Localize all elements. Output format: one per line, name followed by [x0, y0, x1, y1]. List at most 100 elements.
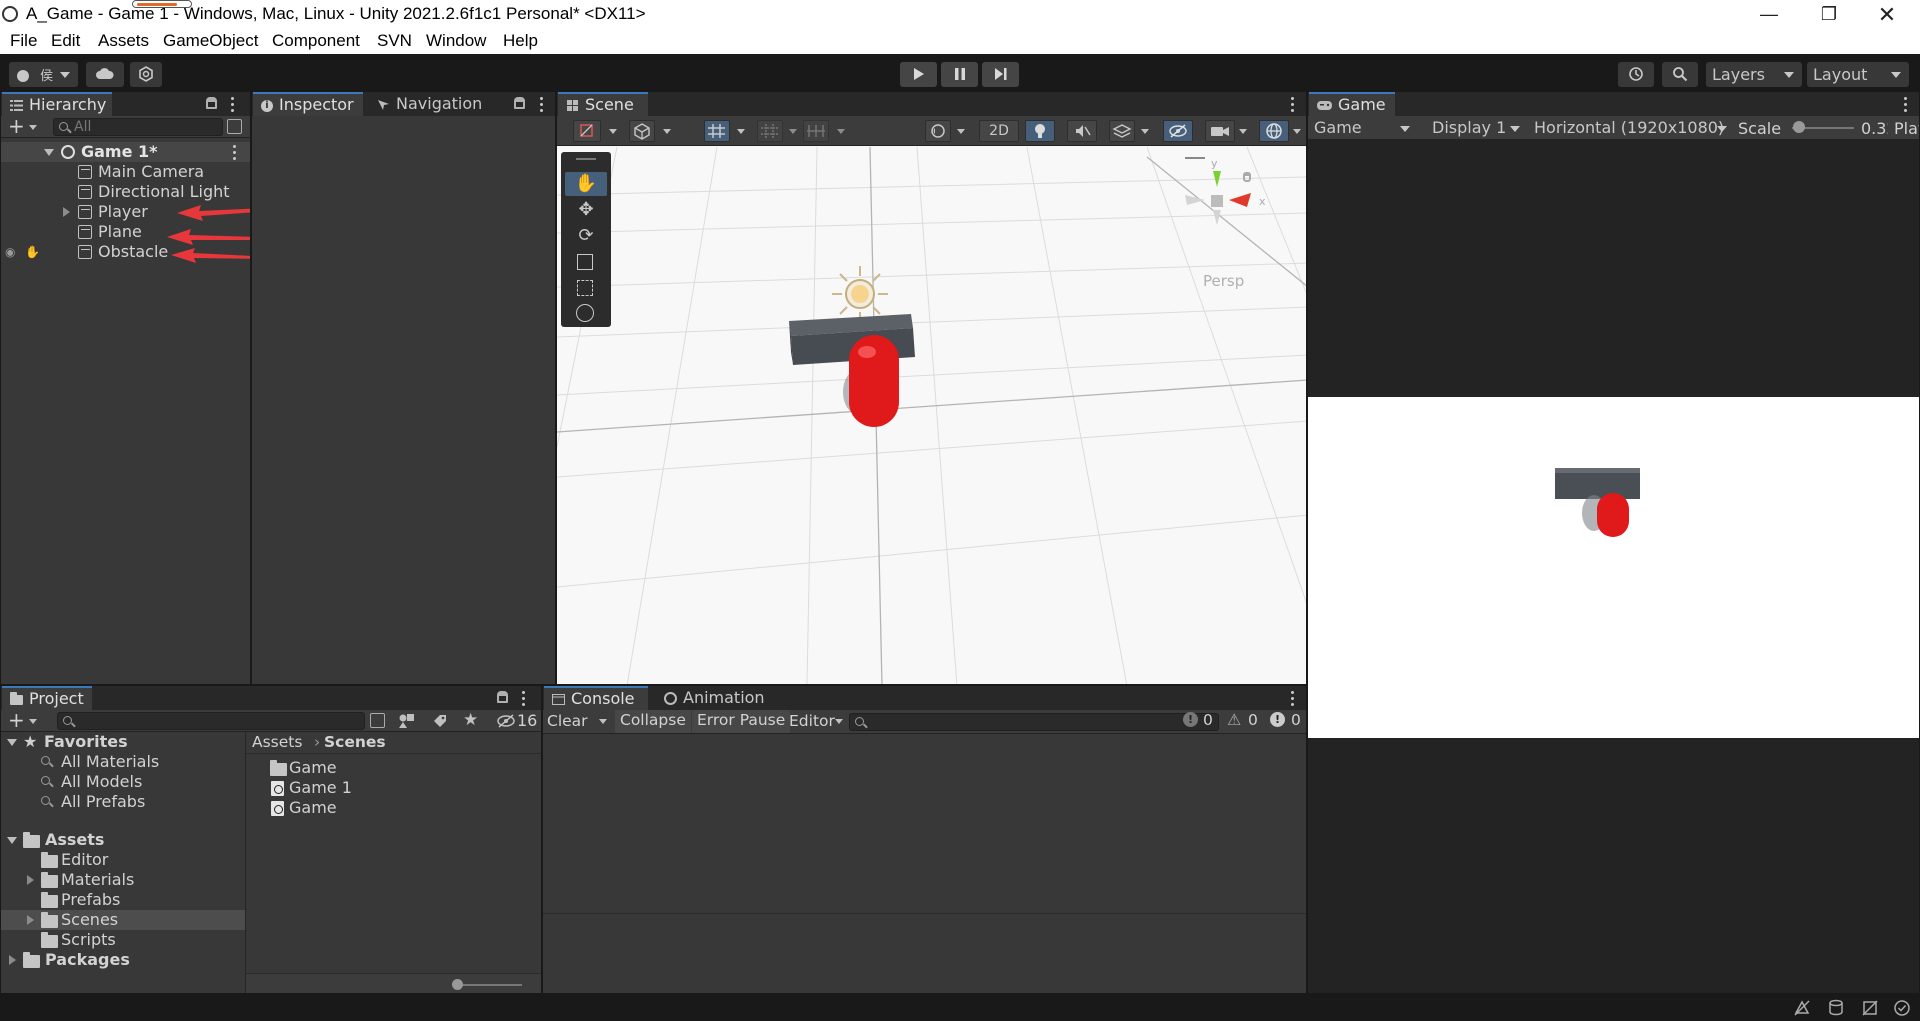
hand-tool-icon[interactable]: ✋ — [565, 172, 607, 196]
chevron-down-icon[interactable] — [1239, 129, 1247, 134]
lock-icon[interactable] — [514, 97, 525, 109]
more-icon[interactable] — [1289, 96, 1295, 112]
editor-target-dropdown[interactable]: Editor — [789, 712, 835, 730]
menu-window[interactable]: Window — [426, 31, 486, 51]
favorites-row[interactable]: ★ Favorites — [1, 732, 245, 752]
rect-tool-icon[interactable] — [577, 280, 593, 296]
draw-mode-button[interactable] — [573, 120, 601, 142]
file-item[interactable]: Game — [246, 758, 541, 778]
network-off-icon[interactable] — [1861, 999, 1879, 1017]
audio-button[interactable] — [1067, 120, 1097, 142]
scene-orientation-gizmo[interactable]: y x Persp — [1181, 157, 1291, 290]
tab-game[interactable]: Game — [1309, 92, 1395, 116]
menu-component[interactable]: Component — [272, 31, 360, 51]
menu-assets[interactable]: Assets — [98, 31, 149, 51]
folder-editor[interactable]: Editor — [1, 850, 245, 870]
chevron-down-icon[interactable] — [837, 129, 845, 134]
error-pause-toggle[interactable]: Error Pause — [692, 710, 791, 733]
cache-server-icon[interactable] — [1827, 999, 1845, 1017]
auto-generate-lighting-off-icon[interactable] — [1793, 999, 1811, 1017]
chevron-down-icon[interactable] — [663, 129, 671, 134]
undo-history-button[interactable] — [1618, 62, 1654, 87]
log-info-icon[interactable]: ! — [1183, 712, 1198, 727]
file-item[interactable]: Game 1 — [246, 778, 541, 798]
folder-scripts[interactable]: Scripts — [1, 930, 245, 950]
hidden-objects-button[interactable] — [1163, 120, 1193, 142]
game-viewport[interactable] — [1308, 397, 1919, 738]
drag-handle[interactable] — [576, 158, 596, 160]
tab-inspector[interactable]: i Inspector — [253, 92, 363, 116]
gizmo-handle[interactable] — [1185, 157, 1205, 159]
close-window-button[interactable]: ✕ — [1864, 0, 1910, 29]
chevron-down-icon[interactable] — [737, 129, 745, 134]
lock-icon[interactable] — [497, 691, 508, 703]
step-button[interactable] — [982, 62, 1019, 87]
chevron-down-icon[interactable] — [789, 129, 797, 134]
more-icon[interactable] — [1289, 690, 1295, 706]
more-icon[interactable] — [538, 96, 544, 112]
tab-project[interactable]: Project — [2, 686, 92, 710]
play-focused-dropdown[interactable]: Play — [1888, 119, 1919, 138]
tab-animation[interactable]: Animation — [656, 686, 774, 710]
file-item[interactable]: Game — [246, 798, 541, 818]
expand-arrow-icon[interactable] — [27, 875, 34, 885]
more-icon[interactable] — [1902, 96, 1908, 112]
expand-arrow-icon[interactable] — [9, 955, 16, 965]
check-circle-icon[interactable] — [1893, 999, 1911, 1017]
collapse-toggle[interactable]: Collapse — [615, 710, 691, 733]
game-view-dropdown[interactable]: Game — [1308, 116, 1418, 140]
display-dropdown[interactable]: Display 1 — [1426, 116, 1528, 140]
hidden-packages-icon[interactable] — [496, 714, 516, 728]
folder-materials[interactable]: Materials — [1, 870, 245, 890]
expand-arrow-icon[interactable] — [7, 739, 17, 746]
layout-dropdown[interactable]: Layout — [1807, 62, 1909, 87]
favorite-all-materials[interactable]: All Materials — [1, 752, 245, 772]
search-by-type-icon[interactable] — [370, 713, 385, 728]
search-button[interactable] — [1662, 62, 1698, 87]
icon-size-slider-thumb[interactable] — [452, 979, 463, 990]
pause-button[interactable] — [941, 62, 978, 87]
breadcrumb-scenes[interactable]: Scenes — [324, 733, 386, 751]
icon-size-slider-track[interactable] — [454, 984, 522, 986]
effects-button[interactable] — [1109, 120, 1135, 142]
collab-button[interactable] — [130, 62, 162, 87]
create-asset-button[interactable]: + — [8, 710, 37, 730]
favorite-star-icon[interactable]: ★ — [463, 710, 478, 730]
toggle-2d-button[interactable]: 2D — [979, 120, 1019, 142]
warning-icon[interactable]: ⚠ — [1227, 710, 1241, 729]
assets-folder-row[interactable]: Assets — [1, 830, 245, 850]
menu-edit[interactable]: Edit — [51, 31, 80, 51]
transform-tool-icon[interactable] — [576, 304, 594, 322]
lighting-button[interactable] — [1025, 120, 1055, 142]
projection-label[interactable]: Persp — [1203, 272, 1244, 290]
chevron-down-icon[interactable] — [1293, 129, 1301, 134]
shading-sphere-button[interactable] — [925, 120, 951, 142]
scene-viewport[interactable]: ✋ ✥ ⟳ y x Persp — [557, 147, 1306, 684]
menu-help[interactable]: Help — [503, 31, 538, 51]
clear-button[interactable]: Clear — [547, 712, 588, 730]
tab-console[interactable]: Console — [544, 686, 648, 710]
expand-arrow-icon[interactable] — [27, 915, 34, 925]
menu-svn[interactable]: SVN — [377, 31, 412, 51]
player-capsule[interactable] — [837, 332, 917, 432]
rotate-tool-icon[interactable]: ⟳ — [565, 224, 607, 248]
render-mode-button[interactable] — [629, 120, 655, 142]
favorite-all-models[interactable]: All Models — [1, 772, 245, 792]
gizmos-button[interactable] — [1259, 120, 1289, 142]
folder-prefabs[interactable]: Prefabs — [1, 890, 245, 910]
increment-snap-button[interactable] — [757, 120, 783, 142]
menu-file[interactable]: File — [10, 31, 37, 51]
scene-camera-button[interactable] — [1205, 120, 1235, 142]
clear-options-chevron-icon[interactable] — [599, 719, 607, 724]
packages-folder-row[interactable]: Packages — [1, 950, 245, 970]
chevron-down-icon[interactable] — [609, 129, 617, 134]
console-search-input[interactable] — [849, 713, 1219, 731]
project-search-input[interactable] — [57, 712, 365, 730]
breadcrumb-assets[interactable]: Assets — [252, 733, 302, 751]
cloud-button[interactable] — [86, 62, 124, 87]
console-log-list[interactable] — [543, 734, 1306, 912]
chevron-down-icon[interactable] — [957, 129, 965, 134]
error-icon[interactable]: ! — [1270, 712, 1285, 727]
resolution-dropdown[interactable]: Horizontal (1920x1080) — [1528, 116, 1735, 140]
chevron-down-icon[interactable] — [1141, 129, 1149, 134]
